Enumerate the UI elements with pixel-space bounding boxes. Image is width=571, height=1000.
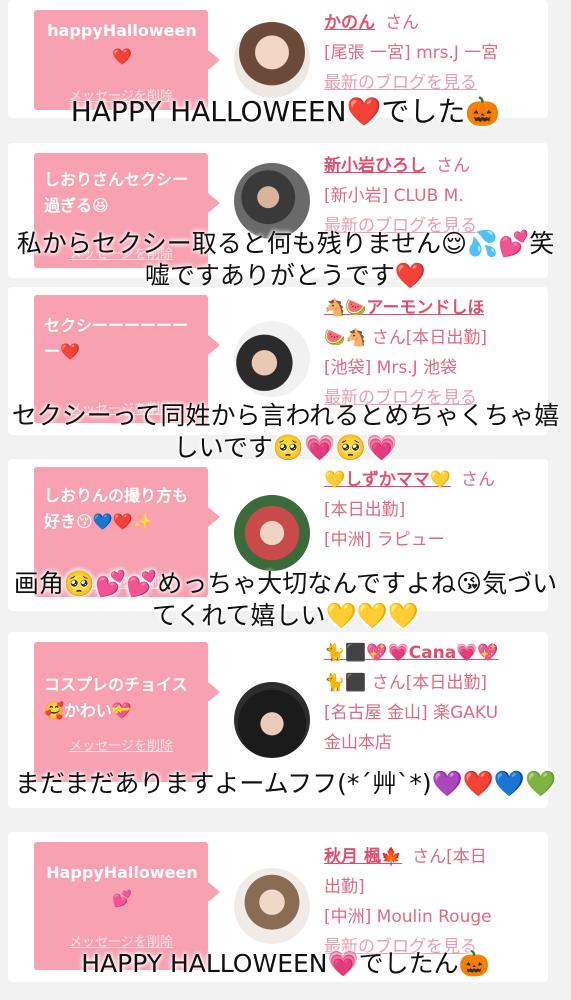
avatar[interactable] xyxy=(234,22,310,98)
honorific: さん xyxy=(461,470,495,490)
overlay-caption: HAPPY HALLOWEEN💗でしたん🎃 xyxy=(81,949,490,978)
work-status: [本日出勤] xyxy=(324,500,406,520)
overlay-caption: 私からセクシー取ると何も残りません😌💦💕笑 嘘ですありがとうです❤️ xyxy=(16,229,555,290)
user-info: 🐴🍉アーモンドしほ 🍉🐴 さん[本日出勤] [池袋] Mrs.J 池袋 最新のブ… xyxy=(324,293,534,413)
overlay-caption: HAPPY HALLOWEEN❤️でした🎃 xyxy=(70,95,501,128)
work-status: 出勤] xyxy=(324,877,365,897)
overlay-caption: セクシーって同姓から言われるとめちゃくちゃ嬉しいです🥺💗🥺💗 xyxy=(11,401,560,462)
shop-label: [池袋] Mrs.J 池袋 xyxy=(324,358,458,378)
user-info: 🐈⬛💖💗Cana💗💖 🐈⬛ さん[本日出勤] [名古屋 金山] 楽GAKU 金山… xyxy=(324,638,534,758)
user-info: 秋月 楓🍁 さん[本日 出勤] [中洲] Moulin Rouge 最新のブログを… xyxy=(324,842,534,962)
avatar[interactable] xyxy=(234,321,310,397)
message-text: happyHalloween❤️ xyxy=(47,21,197,66)
user-name-link[interactable]: 秋月 楓🍁 xyxy=(324,847,402,867)
overlay-caption: まだまだありますよームフフ(*´艸`*)💜❤️💙💚 xyxy=(14,769,557,798)
shop-label: [新小岩] CLUB M. xyxy=(324,186,464,206)
message-bubble: コスプレのチョイス🥰かわい💝 メッセージを削除 xyxy=(34,642,220,782)
user-info: 💛しずかママ💛 さん [本日出勤] [中洲] ラピュー xyxy=(324,465,534,555)
honorific: 🐈⬛ さん[本日出勤] xyxy=(324,673,488,693)
shop-label: [名古屋 金山] 楽GAKU xyxy=(324,703,499,723)
user-name-link[interactable]: 🐴🍉アーモンドしほ xyxy=(324,298,484,318)
user-name-link[interactable]: かのん xyxy=(324,13,375,33)
user-info: かのん さん [尾張 一宮] mrs.J 一宮 最新のブログを見る xyxy=(324,8,534,98)
shop-label-2: 金山本店 xyxy=(324,733,392,753)
shop-label: [尾張 一宮] mrs.J 一宮 xyxy=(324,43,499,63)
honorific: さん xyxy=(385,13,419,33)
user-name-link[interactable]: 🐈⬛💖💗Cana💗💖 xyxy=(324,643,499,663)
shop-label: [中洲] Moulin Rouge xyxy=(324,907,492,927)
message-text: セクシーーーーーーー❤️ xyxy=(44,316,189,361)
message-text: HappyHalloween💕 xyxy=(46,863,198,908)
user-name-link[interactable]: 💛しずかママ💛 xyxy=(324,470,451,490)
message-text: しおりんの撮り方も好き😚💙❤️✨ xyxy=(44,486,189,531)
overlay-caption: 画角🥺💕💕めっちゃ大切なんですよね😘気づいてくれて嬉しい💛💛💛 xyxy=(13,569,558,630)
avatar[interactable] xyxy=(234,495,310,571)
avatar[interactable] xyxy=(234,682,310,758)
message-text: しおりさんセクシー過ぎる😆 xyxy=(44,170,189,215)
honorific: さん[本日 xyxy=(412,847,487,867)
honorific: さん xyxy=(436,156,470,176)
message-text: コスプレのチョイス🥰かわい💝 xyxy=(44,675,188,720)
user-name-link[interactable]: 新小岩ひろし xyxy=(324,156,426,176)
shop-label: [中洲] ラピュー xyxy=(324,530,445,550)
delete-message-link[interactable]: メッセージを削除 xyxy=(34,735,208,754)
honorific: 🍉🐴 さん[本日出勤] xyxy=(324,328,488,348)
avatar[interactable] xyxy=(234,868,310,944)
blog-link[interactable]: 最新のブログを見る xyxy=(324,68,534,98)
